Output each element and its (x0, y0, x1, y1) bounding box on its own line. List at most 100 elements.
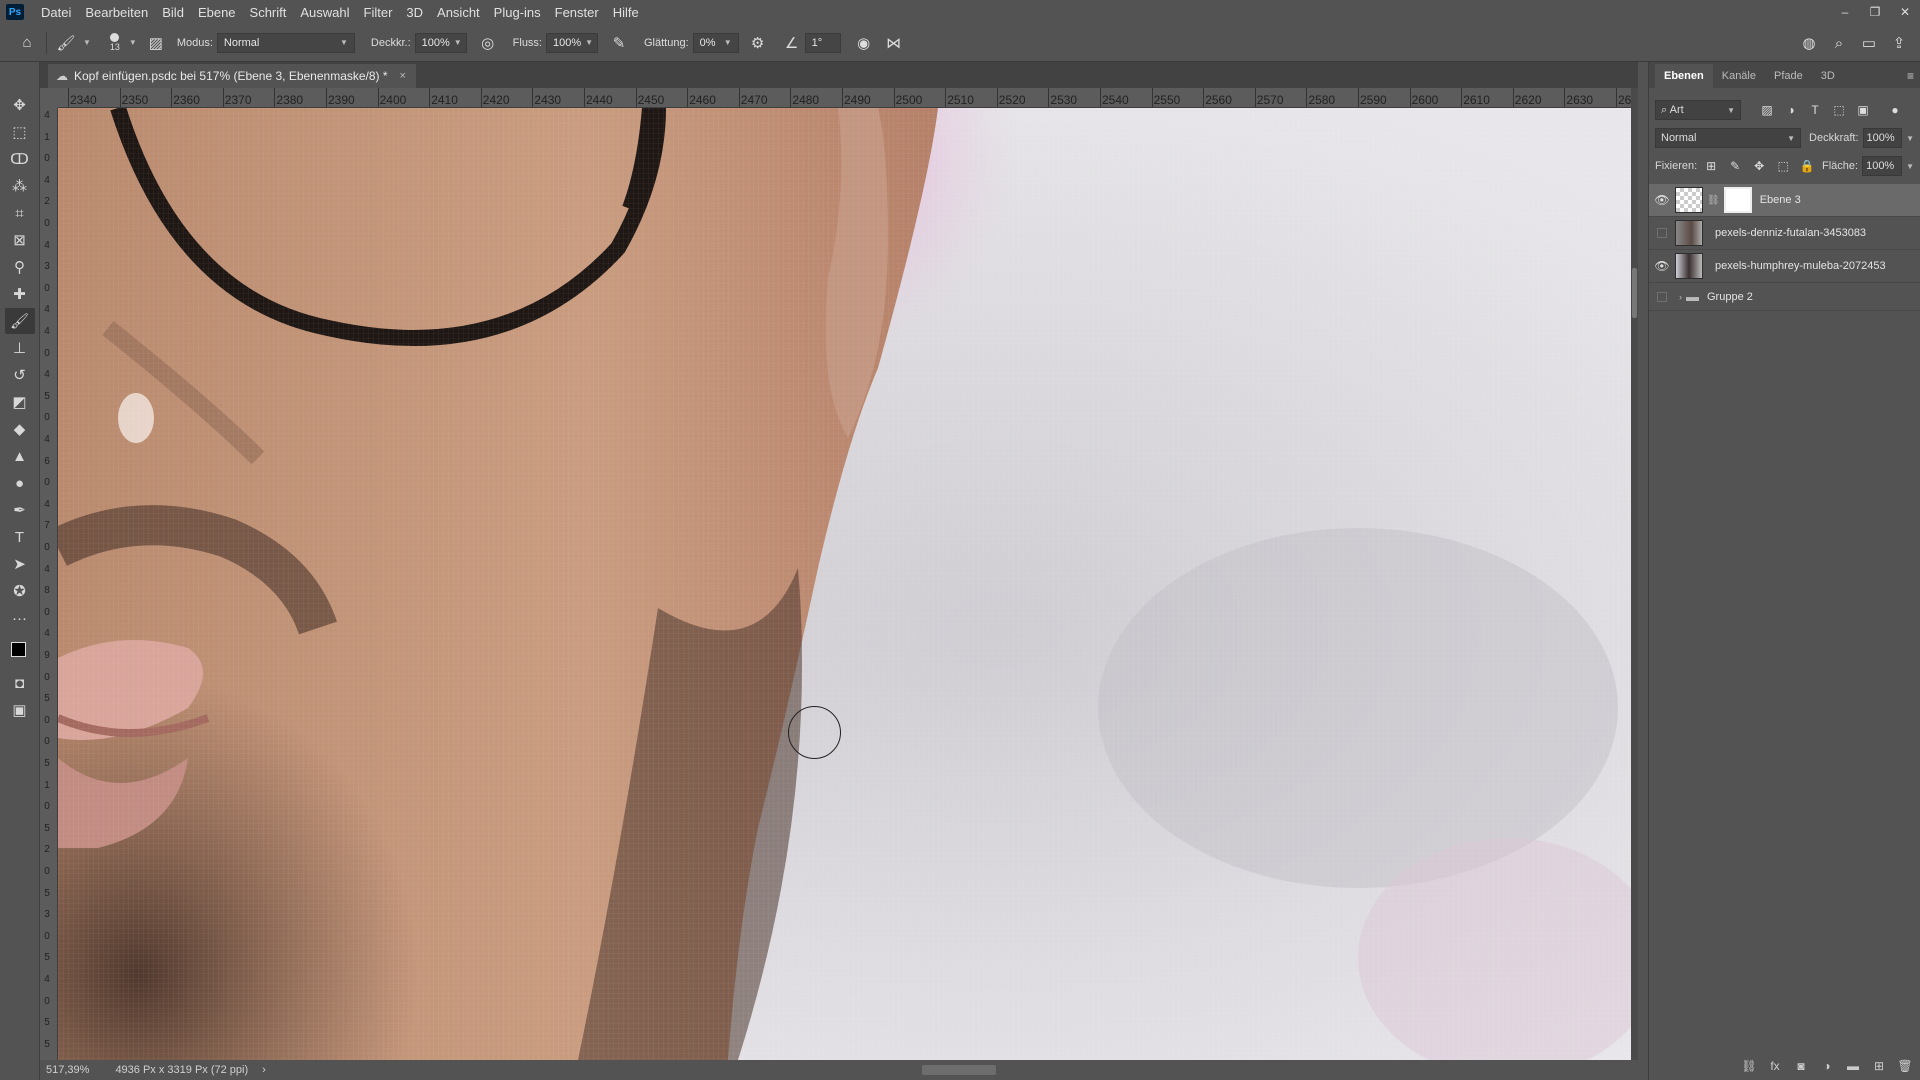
layer-row-pexels-humphrey[interactable]: 👁 pexels-humphrey-muleba-2072453 (1649, 250, 1920, 283)
eye-icon[interactable]: 👁 (1649, 193, 1675, 207)
visibility-toggle[interactable] (1649, 228, 1675, 238)
layer-row-ebene-3[interactable]: 👁 ⛓ Ebene 3 (1649, 184, 1920, 217)
horizontal-scroll-thumb[interactable] (922, 1065, 996, 1075)
smart-object-filter-icon[interactable]: ▣ (1851, 100, 1875, 120)
eraser-tool-icon[interactable]: ◩ (5, 389, 35, 415)
filter-toggle-icon[interactable]: ● (1883, 100, 1907, 120)
adjustment-filter-icon[interactable]: ◑ (1779, 100, 1803, 120)
lock-transparency-icon[interactable]: ⊞ (1699, 156, 1723, 176)
layer-opacity-input[interactable]: 100% (1862, 128, 1903, 148)
angle-input[interactable]: 1° (804, 32, 841, 53)
lock-artboard-icon[interactable]: ⬚ (1771, 156, 1795, 176)
move-tool-icon[interactable]: ✥ (5, 92, 35, 118)
type-filter-icon[interactable]: T (1803, 100, 1827, 120)
new-group-icon[interactable]: ▬ (1843, 1059, 1863, 1073)
menu-bild[interactable]: Bild (155, 5, 191, 20)
clone-stamp-tool-icon[interactable]: ⊥ (5, 335, 35, 361)
menu-ebene[interactable]: Ebene (191, 5, 243, 20)
vertical-ruler[interactable]: 4104204304404504604704804905005105205305… (40, 108, 58, 1060)
blur-tool-icon[interactable]: ▲ (5, 443, 35, 469)
tab-3d[interactable]: 3D (1812, 64, 1844, 88)
dodge-tool-icon[interactable]: ● (5, 470, 35, 496)
status-menu-arrow[interactable]: › (262, 1064, 266, 1076)
brush-tool-preset-icon[interactable]: 🖌 (53, 30, 79, 56)
magic-wand-tool-icon[interactable]: ⁂ (5, 173, 35, 199)
account-icon[interactable]: ◍ (1796, 30, 1822, 56)
tab-pfade[interactable]: Pfade (1765, 64, 1812, 88)
panel-menu-icon[interactable]: ≡ (1907, 64, 1914, 88)
pressure-size-icon[interactable]: ◉ (851, 30, 877, 56)
mode-select[interactable]: Normal ▼ (216, 32, 355, 53)
vertical-scrollbar[interactable] (1631, 88, 1638, 1060)
flow-input[interactable]: 100% ▼ (546, 32, 598, 53)
menu-filter[interactable]: Filter (357, 5, 400, 20)
minimize-button[interactable]: – (1830, 0, 1860, 24)
symmetry-icon[interactable]: ⋈ (881, 30, 907, 56)
vertical-scroll-thumb[interactable] (1632, 268, 1637, 318)
menu-ansicht[interactable]: Ansicht (430, 5, 487, 20)
eyedropper-tool-icon[interactable]: ⚲ (5, 254, 35, 280)
color-swatches[interactable] (5, 636, 35, 670)
lasso-tool-icon[interactable]: ↀ (5, 146, 35, 172)
menu-schrift[interactable]: Schrift (243, 5, 294, 20)
close-window-button[interactable]: ✕ (1890, 0, 1920, 24)
menu-datei[interactable]: Datei (34, 5, 78, 20)
chevron-down-icon[interactable]: ▼ (1906, 134, 1914, 143)
shape-tool-icon[interactable]: ✪ (5, 578, 35, 604)
brush-settings-icon[interactable]: ▨ (143, 30, 169, 56)
marquee-tool-icon[interactable]: ⬚ (5, 119, 35, 145)
ruler-corner[interactable] (40, 88, 58, 108)
shape-filter-icon[interactable]: ⬚ (1827, 100, 1851, 120)
path-selection-tool-icon[interactable]: ➤ (5, 551, 35, 577)
menu-hilfe[interactable]: Hilfe (606, 5, 646, 20)
crop-tool-icon[interactable]: ⌗ (5, 200, 35, 226)
menu-fenster[interactable]: Fenster (548, 5, 606, 20)
restore-button[interactable]: ❐ (1860, 0, 1890, 24)
pen-tool-icon[interactable]: ✒ (5, 497, 35, 523)
search-icon[interactable]: ⌕ (1826, 30, 1852, 56)
type-tool-icon[interactable]: T (5, 524, 35, 550)
chevron-down-icon[interactable]: ▼ (1906, 162, 1914, 171)
layer-style-icon[interactable]: fx (1765, 1059, 1785, 1073)
lock-all-icon[interactable]: 🔒 (1795, 156, 1819, 176)
chevron-down-icon[interactable]: ▼ (83, 38, 91, 47)
opacity-input[interactable]: 100% ▼ (414, 32, 467, 53)
gear-icon[interactable]: ⚙ (745, 30, 771, 56)
zoom-level[interactable]: 517,39% (46, 1064, 89, 1076)
tab-kanaele[interactable]: Kanäle (1713, 64, 1765, 88)
brush-tool-icon[interactable]: 🖌 (4, 308, 35, 334)
menu-bearbeiten[interactable]: Bearbeiten (78, 5, 155, 20)
document-tab[interactable]: ☁ Kopf einfügen.psdc bei 517% (Ebene 3, … (48, 64, 416, 88)
blend-mode-select[interactable]: Normal ▼ (1655, 128, 1802, 148)
horizontal-ruler[interactable]: 2340 2350 2360 2370 2380 2390 2400 2410 2420 2430… (58, 88, 1638, 108)
chevron-down-icon[interactable]: ▼ (129, 38, 137, 47)
paint-bucket-tool-icon[interactable]: ◆ (5, 416, 35, 442)
lock-pixels-icon[interactable]: ✎ (1723, 156, 1747, 176)
fill-input[interactable]: 100% (1862, 156, 1903, 176)
brush-size-picker[interactable]: 13 (105, 33, 125, 52)
workspace-icon[interactable]: ▭ (1856, 30, 1882, 56)
smoothing-input[interactable]: 0% ▼ (692, 32, 739, 53)
airbrush-icon[interactable]: ✎ (606, 30, 632, 56)
layer-filter-select[interactable]: ⌕ Art ▼ (1655, 100, 1741, 120)
link-layers-icon[interactable]: ⛓ (1739, 1059, 1759, 1073)
eye-icon[interactable]: 👁 (1649, 259, 1675, 273)
more-tools-icon[interactable]: ··· (5, 605, 35, 631)
document-info[interactable]: 4936 Px x 3319 Px (72 ppi) (115, 1064, 248, 1076)
layer-row-pexels-denniz[interactable]: pexels-denniz-futalan-3453083 (1649, 217, 1920, 250)
visibility-toggle[interactable] (1649, 291, 1675, 302)
new-layer-icon[interactable]: ⊞ (1869, 1059, 1889, 1073)
tab-ebenen[interactable]: Ebenen (1655, 64, 1713, 88)
lock-position-icon[interactable]: ✥ (1747, 156, 1771, 176)
pressure-opacity-icon[interactable]: ◎ (475, 30, 501, 56)
expand-arrow-icon[interactable]: › (1679, 292, 1682, 302)
quick-mask-icon[interactable]: ◘ (5, 670, 35, 696)
trash-icon[interactable]: 🗑 (1895, 1059, 1915, 1073)
layer-row-gruppe-2[interactable]: › ▬ Gruppe 2 (1649, 283, 1920, 311)
image-canvas[interactable] (58, 108, 1631, 1060)
screen-mode-icon[interactable]: ▣ (5, 697, 35, 723)
layer-mask-thumbnail[interactable] (1723, 187, 1752, 213)
history-brush-tool-icon[interactable]: ↺ (5, 362, 35, 388)
foreground-color-swatch[interactable] (10, 642, 26, 657)
frame-tool-icon[interactable]: ⊠ (5, 227, 35, 253)
